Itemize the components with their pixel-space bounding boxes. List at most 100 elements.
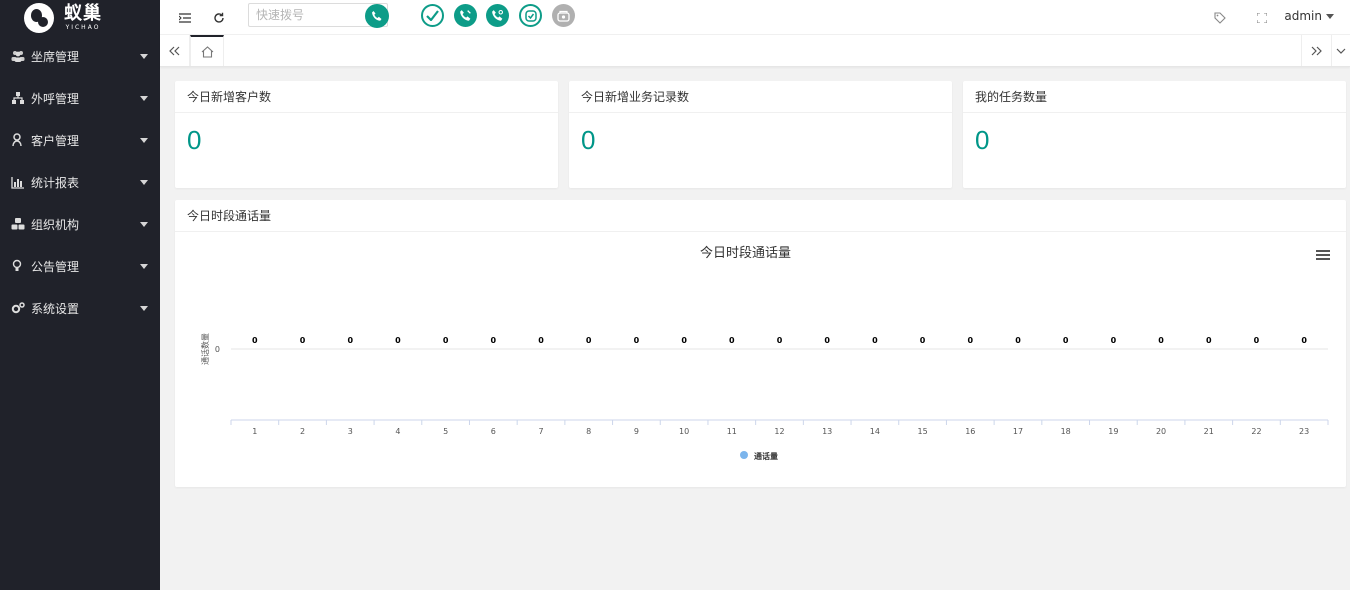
dial-button[interactable] [365, 4, 389, 28]
fullscreen-icon[interactable] [1252, 8, 1272, 28]
data-label: 0 [491, 336, 497, 345]
data-label: 0 [1301, 336, 1307, 345]
data-label: 0 [1206, 336, 1212, 345]
data-label: 0 [777, 336, 783, 345]
offline-phone-icon[interactable] [552, 4, 575, 27]
user-menu[interactable]: admin [1284, 9, 1334, 23]
menu-toggle-icon[interactable] [175, 8, 195, 28]
phone-icon [372, 11, 382, 21]
x-tick-label: 13 [822, 427, 832, 436]
cogs-icon [11, 301, 25, 315]
x-tick-label: 1 [252, 427, 257, 436]
sidebar-item-outbound-management[interactable]: 外呼管理 [0, 77, 160, 119]
call-volume-chart: 今日时段通话量通话数量 01020304050607080901001101201… [200, 245, 1329, 461]
x-tick-label: 7 [538, 427, 543, 436]
cubes-icon [11, 217, 25, 231]
stat-card-new-customers: 今日新增客户数 0 [175, 81, 558, 188]
stat-card-my-tasks: 我的任务数量 0 [963, 81, 1346, 188]
x-tick-label: 10 [679, 427, 689, 436]
x-tick-label: 11 [727, 427, 737, 436]
data-label: 0 [729, 336, 735, 345]
hangup-call-icon[interactable] [486, 4, 509, 27]
x-tick-label: 15 [917, 427, 927, 436]
card-title: 今日新增客户数 [175, 81, 558, 113]
caret-down-icon [140, 222, 148, 227]
sidebar-item-label: 公告管理 [31, 259, 80, 274]
x-tick-label: 3 [348, 427, 353, 436]
sidebar-item-seat-management[interactable]: 坐席管理 [0, 35, 160, 77]
stat-card-new-business-records: 今日新增业务记录数 0 [569, 81, 952, 188]
caret-down-icon [140, 96, 148, 101]
tabs-scroll-right-icon[interactable] [1301, 35, 1331, 66]
card-title: 我的任务数量 [963, 81, 1346, 113]
caret-down-icon [1326, 14, 1334, 19]
x-tick-label: 5 [443, 427, 448, 436]
legend-marker [740, 451, 748, 459]
data-label: 0 [300, 336, 306, 345]
x-tick-label: 20 [1156, 427, 1166, 436]
caret-down-icon [140, 180, 148, 185]
chart-card: 今日时段通话量 今日时段通话量 通话数量 0 1 0 2 0 3 0 4 0 5 0 6 0 7 0 8 0 9 0 10… [175, 200, 1346, 487]
x-tick-label: 2 [300, 427, 305, 436]
sidebar-item-label: 统计报表 [31, 175, 80, 190]
chart-title: 今日时段通话量 [700, 245, 791, 261]
sidebar-item-system-settings[interactable]: 系统设置 [0, 287, 160, 329]
tabs-scroll-left-icon[interactable] [160, 35, 190, 66]
x-tick-label: 4 [395, 427, 400, 436]
data-label: 0 [347, 336, 353, 345]
user-icon [11, 133, 25, 147]
x-tick-label: 22 [1251, 427, 1261, 436]
refresh-icon[interactable] [209, 8, 229, 28]
bar-chart-icon [11, 175, 25, 189]
x-tick-label: 14 [870, 427, 880, 436]
x-tick-label: 8 [586, 427, 591, 436]
x-tick-label: 21 [1204, 427, 1214, 436]
stat-value: 0 [187, 125, 202, 155]
stat-value: 0 [581, 125, 596, 155]
sidebar-item-label: 组织机构 [31, 217, 80, 232]
sidebar-item-label: 外呼管理 [31, 91, 80, 106]
answer-call-icon[interactable] [454, 4, 477, 27]
quick-dial-box [248, 3, 389, 28]
x-tick-label: 9 [634, 427, 639, 436]
sidebar-item-customer-management[interactable]: 客户管理 [0, 119, 160, 161]
x-tick-label: 16 [965, 427, 975, 436]
x-tick-label: 6 [491, 427, 496, 436]
brand-sub: YICHAO [65, 23, 101, 31]
x-tick-label: 12 [774, 427, 784, 436]
caret-down-icon [140, 264, 148, 269]
data-label: 0 [681, 336, 687, 345]
x-tick-label: 17 [1013, 427, 1023, 436]
quick-dial-input[interactable] [249, 4, 357, 26]
sidebar-item-organization[interactable]: 组织机构 [0, 203, 160, 245]
stat-value: 0 [975, 125, 990, 155]
home-icon [201, 45, 213, 58]
sitemap-icon [11, 91, 25, 105]
data-label: 0 [1111, 336, 1117, 345]
x-tick-label: 19 [1108, 427, 1118, 436]
tab-bar [160, 35, 1350, 67]
ready-status-icon[interactable] [421, 4, 444, 27]
data-label: 0 [872, 336, 878, 345]
data-label: 0 [1158, 336, 1164, 345]
data-label: 0 [920, 336, 926, 345]
data-label: 0 [395, 336, 401, 345]
busy-status-icon[interactable] [519, 4, 542, 27]
sidebar-item-label: 坐席管理 [31, 49, 80, 64]
card-title: 今日时段通话量 [175, 200, 1346, 232]
data-label: 0 [1015, 336, 1021, 345]
sidebar-item-statistics-report[interactable]: 统计报表 [0, 161, 160, 203]
sidebar: 蚁巢 YICHAO 坐席管理 外呼管理 客户管理 统计报表 组织机构 公告管理 … [0, 0, 160, 590]
sidebar-item-label: 系统设置 [31, 301, 80, 316]
sidebar-item-announcements[interactable]: 公告管理 [0, 245, 160, 287]
tabs-dropdown-icon[interactable] [1331, 35, 1350, 66]
username: admin [1284, 9, 1322, 23]
lightbulb-icon [11, 259, 25, 273]
legend-label: 通话量 [754, 451, 778, 461]
x-tick-label: 18 [1061, 427, 1071, 436]
tab-home[interactable] [190, 35, 224, 66]
data-label: 0 [967, 336, 973, 345]
tag-icon[interactable] [1210, 8, 1230, 28]
logo-icon [24, 2, 54, 33]
users-icon [11, 49, 25, 63]
